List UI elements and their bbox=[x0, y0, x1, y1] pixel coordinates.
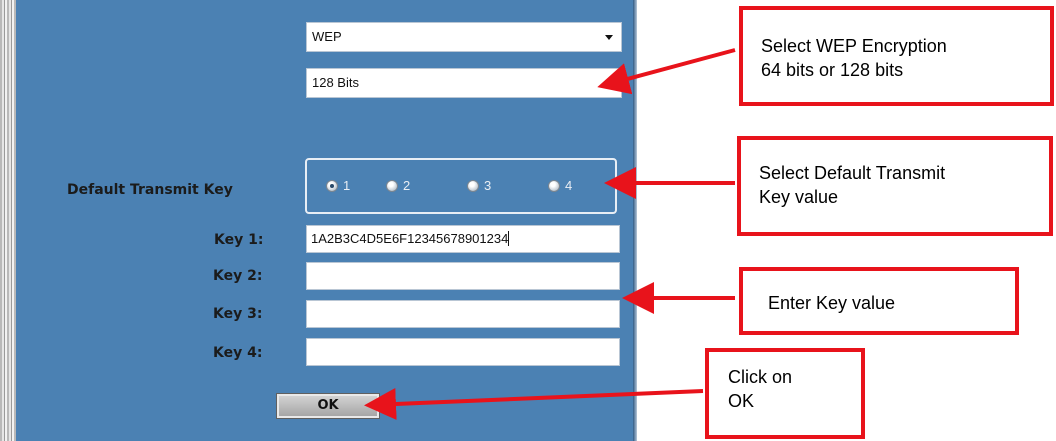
annotation-arrows bbox=[364, 48, 736, 420]
arrow-to-ok-button bbox=[364, 388, 704, 420]
arrow-to-bits-select bbox=[597, 48, 736, 95]
